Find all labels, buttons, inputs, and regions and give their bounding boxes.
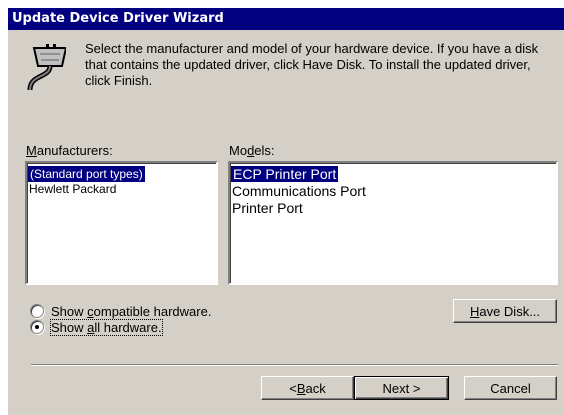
manufacturers-label: Manufacturers: xyxy=(26,143,113,158)
models-label-post: els: xyxy=(254,143,275,158)
model-item[interactable]: Communications Port xyxy=(232,183,366,199)
show-all-label-post: ll hardware. xyxy=(94,319,162,335)
manufacturer-item[interactable]: Hewlett Packard xyxy=(29,181,116,197)
show-all-option[interactable]: Show all hardware. xyxy=(30,318,163,336)
show-compatible-option[interactable]: Show compatible hardware. xyxy=(30,303,211,319)
back-button-mnemonic: B xyxy=(296,380,306,396)
show-compatible-label-pre: Show xyxy=(51,303,88,319)
show-compatible-label-post: ompatible hardware. xyxy=(93,303,212,319)
next-button-label: Next > xyxy=(382,380,421,396)
title-bar[interactable]: Update Device Driver Wizard xyxy=(8,8,564,30)
cancel-button[interactable]: Cancel xyxy=(464,376,557,400)
have-disk-button[interactable]: Have Disk... xyxy=(453,299,557,323)
models-label: Models: xyxy=(229,143,275,158)
manufacturers-listbox[interactable]: (Standard port types) Hewlett Packard xyxy=(25,161,218,285)
show-all-label: Show all hardware. xyxy=(50,318,163,336)
back-button[interactable]: < Back xyxy=(261,376,354,400)
window-title: Update Device Driver Wizard xyxy=(12,11,224,26)
back-button-pre: < xyxy=(289,380,297,396)
intro-text: Select the manufacturer and model of you… xyxy=(85,41,539,88)
show-all-radio[interactable] xyxy=(30,320,44,334)
have-disk-button-rest: ave Disk... xyxy=(479,303,541,319)
have-disk-button-mnemonic: H xyxy=(469,303,480,319)
show-compatible-radio[interactable] xyxy=(30,304,44,318)
models-listbox[interactable]: ECP Printer Port Communications Port Pri… xyxy=(228,161,558,285)
connector-cable-icon xyxy=(27,44,66,91)
show-compatible-label: Show compatible hardware. xyxy=(51,304,211,319)
wizard-dialog: Update Device Driver Wizard Select the m… xyxy=(8,8,564,415)
model-item[interactable]: Printer Port xyxy=(232,200,303,216)
manufacturers-label-mnemonic: M xyxy=(26,143,37,158)
next-button[interactable]: Next > xyxy=(354,376,449,400)
back-button-rest: ack xyxy=(305,380,326,396)
cancel-button-label: Cancel xyxy=(490,380,531,396)
manufacturer-item[interactable]: (Standard port types) xyxy=(28,166,145,182)
model-item[interactable]: ECP Printer Port xyxy=(231,166,339,182)
manufacturers-label-rest: anufacturers: xyxy=(36,143,113,158)
separator xyxy=(31,364,558,366)
models-label-pre: Mo xyxy=(229,143,248,158)
show-all-label-pre: Show xyxy=(51,319,88,335)
